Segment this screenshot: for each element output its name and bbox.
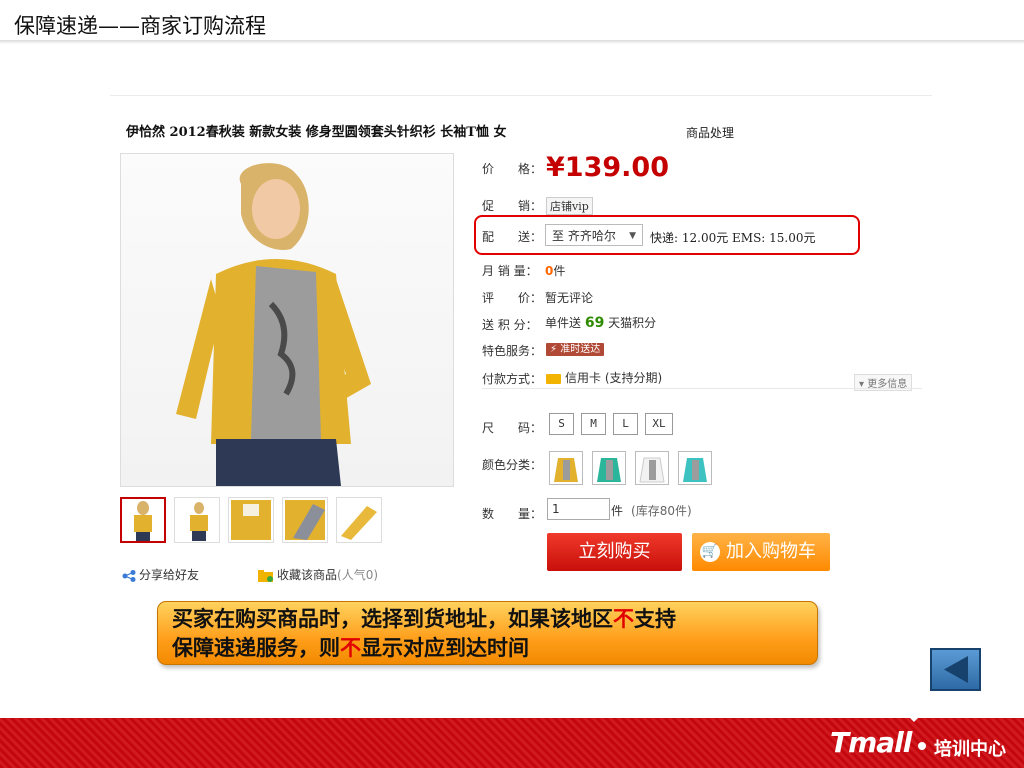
- thumbnail-2[interactable]: [174, 497, 220, 543]
- popularity-count: (人气0): [337, 568, 379, 582]
- favorite-label: 收藏该商品: [277, 568, 338, 582]
- color-option-yellow[interactable]: [549, 451, 583, 485]
- buy-now-button[interactable]: 立刻购买: [547, 533, 682, 571]
- slide-title: 保障速递——商家订购流程: [14, 14, 266, 38]
- color-label: 颜色分类：: [482, 458, 543, 472]
- callout-text-4: 显示对应到达时间: [361, 636, 529, 660]
- points-prefix: 单件送: [545, 316, 582, 330]
- back-arrow-icon: [944, 656, 968, 683]
- color-option-green[interactable]: [592, 451, 626, 485]
- payment-label: 付款方式：: [482, 372, 543, 386]
- service-badge-wrap: ⚡ 准时送达: [546, 341, 605, 356]
- price-value: ¥139.00: [546, 152, 669, 183]
- callout-text-2: 支持: [634, 607, 676, 631]
- quantity-input[interactable]: 1: [547, 498, 610, 520]
- callout-text-1: 买家在购买商品时，选择到货地址，如果该地区: [172, 607, 613, 631]
- thumbnail-2-graphic: [190, 502, 208, 541]
- size-label: 尺 码：: [482, 421, 543, 435]
- folder-icon: [258, 569, 273, 582]
- panel-divider: [110, 95, 932, 96]
- delivery-label: 配 送：: [482, 230, 543, 244]
- back-button[interactable]: [930, 648, 981, 691]
- thumbnail-3-graphic: [231, 500, 271, 540]
- monthly-sales-label: 月 销 量：: [482, 264, 538, 278]
- share-icon: [122, 569, 136, 582]
- size-option-l[interactable]: L: [613, 413, 638, 435]
- stock-note: (库存80件): [631, 504, 692, 518]
- color-teal-graphic: [683, 458, 707, 482]
- brand-dot: [918, 742, 926, 750]
- product-main-image[interactable]: [120, 153, 454, 487]
- color-yellow-graphic: [554, 458, 578, 482]
- thumbnail-4-graphic: [285, 500, 325, 540]
- share-link[interactable]: 分享给好友: [122, 566, 199, 583]
- promo-label: 促 销：: [482, 199, 543, 213]
- thumbnail-1-graphic: [134, 501, 152, 541]
- credit-card-icon: [546, 373, 561, 384]
- color-option-teal[interactable]: [678, 451, 712, 485]
- share-label: 分享给好友: [139, 568, 200, 582]
- color-green-graphic: [597, 458, 621, 482]
- points-suffix: 天猫积分: [608, 316, 657, 330]
- quantity-label: 数 量：: [482, 507, 543, 521]
- favorite-link[interactable]: 收藏该商品(人气0): [258, 566, 378, 583]
- callout-note: 买家在购买商品时，选择到货地址，如果该地区不支持 保障速递服务，则不显示对应到达…: [157, 601, 818, 665]
- monthly-sales-unit: 件: [553, 264, 566, 278]
- payment-method: 信用卡 (支持分期): [565, 371, 663, 385]
- destination-select[interactable]: 至 齐齐哈尔 ▼: [545, 224, 643, 246]
- model-photo-graphic: [176, 163, 371, 486]
- quantity-unit: 件: [611, 504, 624, 518]
- footer-subtitle: 培训中心: [934, 739, 1006, 760]
- size-option-s[interactable]: S: [549, 413, 574, 435]
- tmall-logo: Tmall: [830, 726, 912, 759]
- callout-emphasis-1: 不: [613, 607, 634, 631]
- thumbnail-4[interactable]: [282, 497, 328, 543]
- points-label: 送 积 分：: [482, 318, 538, 332]
- on-time-delivery-badge[interactable]: ⚡ 准时送达: [546, 343, 605, 356]
- title-divider: [0, 40, 1024, 44]
- color-option-white[interactable]: [635, 451, 669, 485]
- size-option-xl[interactable]: XL: [645, 413, 673, 435]
- promo-tag: 店铺vip: [546, 197, 593, 215]
- points-number: 69: [584, 315, 605, 331]
- color-white-graphic: [639, 457, 665, 483]
- product-action-link[interactable]: 商品处理: [686, 124, 734, 141]
- product-title: 伊恰然 2012春秋装 新款女装 修身型圆领套头针织衫 长袖T恤 女: [126, 125, 507, 140]
- thumbnail-5-graphic: [341, 506, 377, 540]
- monthly-sales-value: 0件: [545, 262, 565, 279]
- add-to-cart-label: 加入购物车: [726, 541, 816, 562]
- callout-text-3: 保障速递服务，则: [172, 636, 340, 660]
- points-value: 单件送 69 天猫积分: [545, 314, 656, 331]
- thumbnail-5[interactable]: [336, 497, 382, 543]
- callout-emphasis-2: 不: [340, 636, 361, 660]
- shipping-fees: 快递: 12.00元 EMS: 15.00元: [650, 231, 816, 245]
- review-label: 评 价：: [482, 291, 543, 305]
- thumbnail-1[interactable]: [120, 497, 166, 543]
- add-to-cart-button[interactable]: 🛒 加入购物车: [692, 533, 830, 571]
- price-label: 价 格：: [482, 162, 543, 176]
- service-label: 特色服务：: [482, 344, 543, 358]
- destination-value: 至 齐齐哈尔: [552, 229, 616, 243]
- stock-info: 件 (库存80件): [611, 502, 692, 519]
- size-option-m[interactable]: M: [581, 413, 606, 435]
- thumbnail-3[interactable]: [228, 497, 274, 543]
- cart-icon: 🛒: [700, 542, 720, 562]
- payment-value: 信用卡 (支持分期): [546, 369, 662, 386]
- details-divider: [482, 388, 922, 389]
- chevron-down-icon: ▼: [629, 231, 636, 241]
- review-value: 暂无评论: [545, 291, 594, 305]
- footer-notch: [904, 712, 924, 722]
